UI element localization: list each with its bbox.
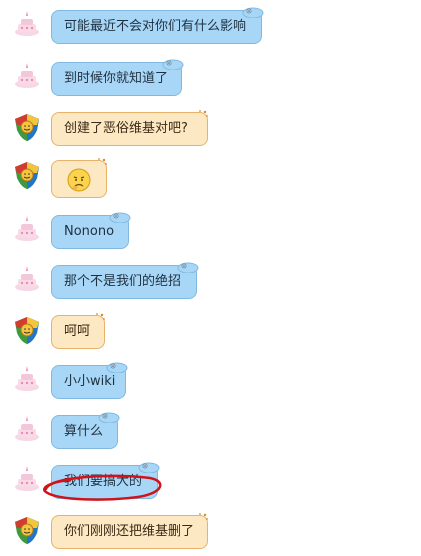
chat-bubble: 创建了恶俗维基对吧? xyxy=(51,110,208,146)
shield-avatar-icon[interactable] xyxy=(13,160,41,190)
cake-avatar-icon[interactable] xyxy=(13,213,41,243)
message-row: 小小wiki xyxy=(0,360,421,410)
bubble-deco-icon xyxy=(98,412,120,423)
message-row: 可能最近不会对你们有什么影响 xyxy=(0,5,421,55)
message-text: 呵呵 xyxy=(64,324,91,339)
chat-bubble: 算什么 xyxy=(51,412,120,449)
chat-bubble: 那个不是我们的绝招 xyxy=(51,262,199,299)
cake-avatar-icon[interactable] xyxy=(13,413,41,443)
chat-bubble: 到时候你就知道了 xyxy=(51,59,184,96)
cake-avatar-icon[interactable] xyxy=(13,263,41,293)
message-row: 我们要搞大的 xyxy=(0,460,421,510)
bubble-deco-icon xyxy=(162,59,184,70)
chat-bubble: 呵呵 xyxy=(51,313,105,349)
message-text: 到时候你就知道了 xyxy=(64,71,169,86)
message-text: 创建了恶俗维基对吧? xyxy=(64,121,188,136)
message-row: 那个不是我们的绝招 xyxy=(0,260,421,310)
shield-avatar-icon[interactable] xyxy=(13,515,41,545)
chat-bubble: 可能最近不会对你们有什么影响 xyxy=(51,7,264,44)
message-text: 小小wiki xyxy=(64,374,116,389)
cake-avatar-icon[interactable] xyxy=(13,463,41,493)
cake-avatar-icon[interactable] xyxy=(13,363,41,393)
message-row: 创建了恶俗维基对吧? xyxy=(0,107,421,157)
bubble-deco-icon xyxy=(106,362,128,373)
bubble-deco-icon xyxy=(96,313,105,320)
chat-bubble xyxy=(51,158,107,198)
message-text: 你们刚刚还把维基删了 xyxy=(64,524,195,539)
bubble-deco-icon xyxy=(242,7,264,18)
cake-avatar-icon[interactable] xyxy=(13,8,41,38)
bubble-deco-icon xyxy=(138,462,160,473)
message-row: 你们刚刚还把维基删了 xyxy=(0,510,421,554)
message-row: 算什么 xyxy=(0,410,421,460)
message-text: 可能最近不会对你们有什么影响 xyxy=(64,19,247,34)
message-text: 算什么 xyxy=(64,424,104,439)
bubble-deco-icon xyxy=(199,110,208,117)
message-text: Nonono xyxy=(64,224,115,239)
message-text: 那个不是我们的绝招 xyxy=(64,274,182,289)
message-row: 呵呵 xyxy=(0,310,421,360)
worried-face-icon xyxy=(67,168,91,192)
message-row xyxy=(0,155,421,203)
bubble-deco-icon xyxy=(98,158,107,165)
message-text: 我们要搞大的 xyxy=(64,474,143,489)
shield-avatar-icon[interactable] xyxy=(13,112,41,142)
chat-bubble: 你们刚刚还把维基删了 xyxy=(51,513,208,549)
bubble-deco-icon xyxy=(109,212,131,223)
message-row: 到时候你就知道了 xyxy=(0,57,421,107)
message-row: Nonono xyxy=(0,210,421,260)
chat-bubble: 小小wiki xyxy=(51,362,128,399)
shield-avatar-icon[interactable] xyxy=(13,315,41,345)
bubble-deco-icon xyxy=(177,262,199,273)
cake-avatar-icon[interactable] xyxy=(13,60,41,90)
chat-bubble: Nonono xyxy=(51,212,131,249)
chat-bubble: 我们要搞大的 xyxy=(51,462,160,499)
bubble-deco-icon xyxy=(199,513,208,520)
chat-log: 可能最近不会对你们有什么影响 到时候你就知道了 创建了恶俗维基对吧? Nonon… xyxy=(0,0,421,556)
